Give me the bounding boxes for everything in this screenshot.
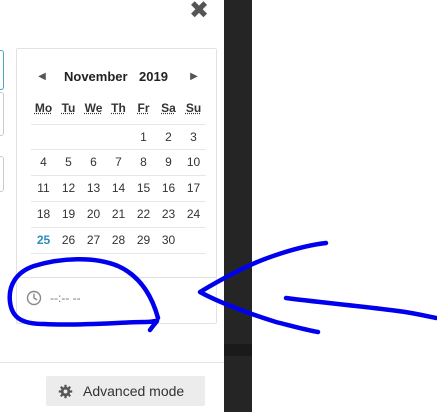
day-cell[interactable]: 8 xyxy=(131,150,156,175)
divider xyxy=(17,277,216,278)
day-cell[interactable]: 27 xyxy=(81,228,106,253)
empty-day-cell xyxy=(31,125,56,149)
gear-icon xyxy=(58,384,73,398)
advanced-mode-button[interactable]: Advanced mode xyxy=(46,376,205,406)
date-time-picker-dialog: ✖ ◀ November 2019 ▶ Mo Tu We Th Fr Sa Su… xyxy=(0,0,224,412)
week-row: 123 xyxy=(31,124,206,150)
weekday-label: We xyxy=(84,101,103,115)
year-label[interactable]: 2019 xyxy=(139,69,168,84)
weekday-label: Mo xyxy=(34,101,53,115)
day-cell[interactable]: 14 xyxy=(106,176,131,201)
weekday-label: Tu xyxy=(61,101,76,115)
day-cell[interactable]: 9 xyxy=(156,150,181,175)
day-cell[interactable]: 28 xyxy=(106,228,131,253)
day-cell[interactable]: 1 xyxy=(131,125,156,149)
month-label: November xyxy=(64,69,128,84)
time-input[interactable] xyxy=(50,289,200,307)
day-cell[interactable]: 17 xyxy=(181,176,206,201)
day-cell[interactable]: 16 xyxy=(156,176,181,201)
week-row: 25 26 27 28 29 30 xyxy=(31,228,206,254)
day-cell[interactable]: 15 xyxy=(131,176,156,201)
day-cell[interactable]: 29 xyxy=(131,228,156,253)
empty-day-cell xyxy=(181,228,206,253)
footer-divider xyxy=(0,362,224,363)
day-cell[interactable]: 21 xyxy=(106,202,131,227)
day-cell[interactable]: 19 xyxy=(56,202,81,227)
partial-field[interactable] xyxy=(0,156,4,192)
day-cell[interactable]: 3 xyxy=(181,125,206,149)
partial-field-focused[interactable] xyxy=(0,50,4,90)
week-row: 18 19 20 21 22 23 24 xyxy=(31,202,206,228)
weekday-label: Su xyxy=(185,101,202,115)
day-cell[interactable]: 10 xyxy=(181,150,206,175)
day-cell[interactable]: 4 xyxy=(31,150,56,175)
empty-day-cell xyxy=(56,125,81,149)
weekday-label: Th xyxy=(111,101,126,115)
next-month-button[interactable]: ▶ xyxy=(188,70,200,84)
day-cell[interactable]: 7 xyxy=(106,150,131,175)
annotation-arrow-shaft xyxy=(283,295,437,321)
week-row: 4 5 6 7 8 9 10 xyxy=(31,150,206,176)
background-dark-strip xyxy=(224,344,252,356)
day-cell[interactable]: 30 xyxy=(156,228,181,253)
day-cell[interactable]: 6 xyxy=(81,150,106,175)
partial-field[interactable] xyxy=(0,92,4,136)
week-row: 11 12 13 14 15 16 17 xyxy=(31,176,206,202)
day-cell[interactable]: 20 xyxy=(81,202,106,227)
day-cell[interactable]: 11 xyxy=(31,176,56,201)
close-button[interactable]: ✖ xyxy=(186,0,212,22)
empty-day-cell xyxy=(81,125,106,149)
day-cell[interactable]: 18 xyxy=(31,202,56,227)
day-cell[interactable]: 2 xyxy=(156,125,181,149)
clock-icon xyxy=(26,290,42,306)
day-cell[interactable]: 13 xyxy=(81,176,106,201)
day-cell[interactable]: 12 xyxy=(56,176,81,201)
day-cell[interactable]: 22 xyxy=(131,202,156,227)
prev-month-button[interactable]: ◀ xyxy=(36,70,48,84)
day-cell[interactable]: 23 xyxy=(156,202,181,227)
day-cell[interactable]: 24 xyxy=(181,202,206,227)
day-grid: 1 2 3 4 5 6 7 8 9 10 11 12 13 14 15 16 17 18 19 20 21 22 23 24 2… xyxy=(31,124,206,254)
empty-day-cell xyxy=(106,125,131,149)
day-cell[interactable]: 26 xyxy=(56,228,81,253)
weekday-label: Fr xyxy=(137,101,150,115)
weekday-label: Sa xyxy=(161,101,176,115)
advanced-mode-label: Advanced mode xyxy=(83,383,185,399)
weekday-header: Mo Tu We Th Fr Sa Su xyxy=(31,101,206,119)
day-cell[interactable]: 5 xyxy=(56,150,81,175)
day-cell-today[interactable]: 25 xyxy=(31,228,56,253)
